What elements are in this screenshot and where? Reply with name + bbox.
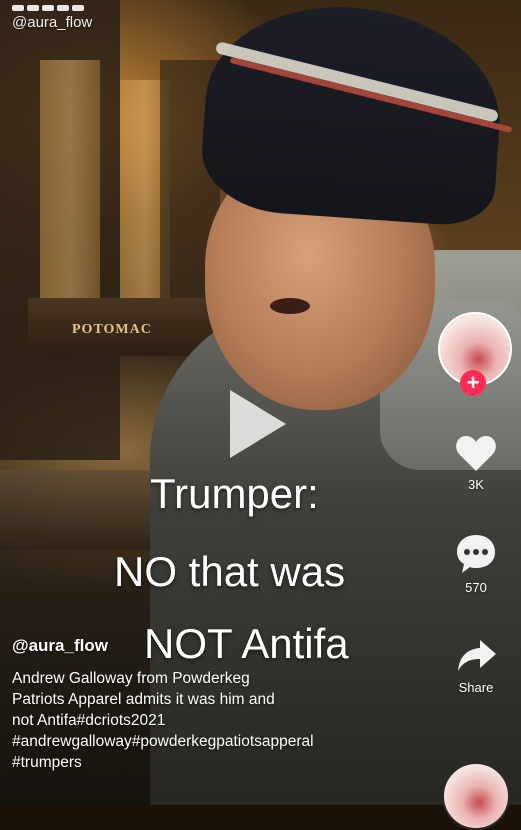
like-count: 3K bbox=[468, 477, 484, 492]
creator-avatar[interactable]: + bbox=[438, 312, 512, 396]
description-line: Patriots Apparel admits it was him and bbox=[12, 691, 275, 708]
description-line: not Antifa#dcriots2021 bbox=[12, 712, 166, 729]
description-line: Andrew Galloway from Powderkeg bbox=[12, 670, 250, 687]
plus-icon[interactable]: + bbox=[460, 370, 486, 396]
watermark-handle: @aura_flow bbox=[12, 14, 93, 31]
building-pillar bbox=[40, 60, 100, 320]
comment-count: 570 bbox=[465, 580, 487, 595]
storefront-sign: POTOMAC bbox=[72, 322, 152, 337]
video-description: Andrew Galloway from Powderkeg Patriots … bbox=[12, 668, 432, 773]
music-disc-icon[interactable] bbox=[442, 762, 510, 830]
like-button[interactable]: 3K bbox=[440, 433, 512, 492]
caption-line-2: NO that was bbox=[114, 548, 346, 595]
caption-line-3: NOT Antifa bbox=[144, 620, 349, 667]
author-handle[interactable]: @aura_flow bbox=[12, 636, 108, 656]
share-icon[interactable] bbox=[454, 636, 498, 676]
description-hashtags[interactable]: #trumpers bbox=[12, 752, 432, 773]
app-watermark: @aura_flow bbox=[12, 5, 93, 31]
heart-icon[interactable] bbox=[454, 433, 498, 473]
caption-line-1: Trumper: bbox=[150, 470, 319, 517]
person-mouth bbox=[270, 298, 310, 314]
comment-icon[interactable] bbox=[454, 532, 498, 576]
description-hashtags[interactable]: #andrewgalloway#powderkegpatiotsapperal bbox=[12, 731, 432, 752]
share-button[interactable]: Share bbox=[440, 636, 512, 695]
app-logo bbox=[12, 0, 142, 11]
play-icon[interactable] bbox=[230, 390, 286, 458]
comment-button[interactable]: 570 bbox=[440, 532, 512, 595]
share-label: Share bbox=[458, 680, 494, 695]
